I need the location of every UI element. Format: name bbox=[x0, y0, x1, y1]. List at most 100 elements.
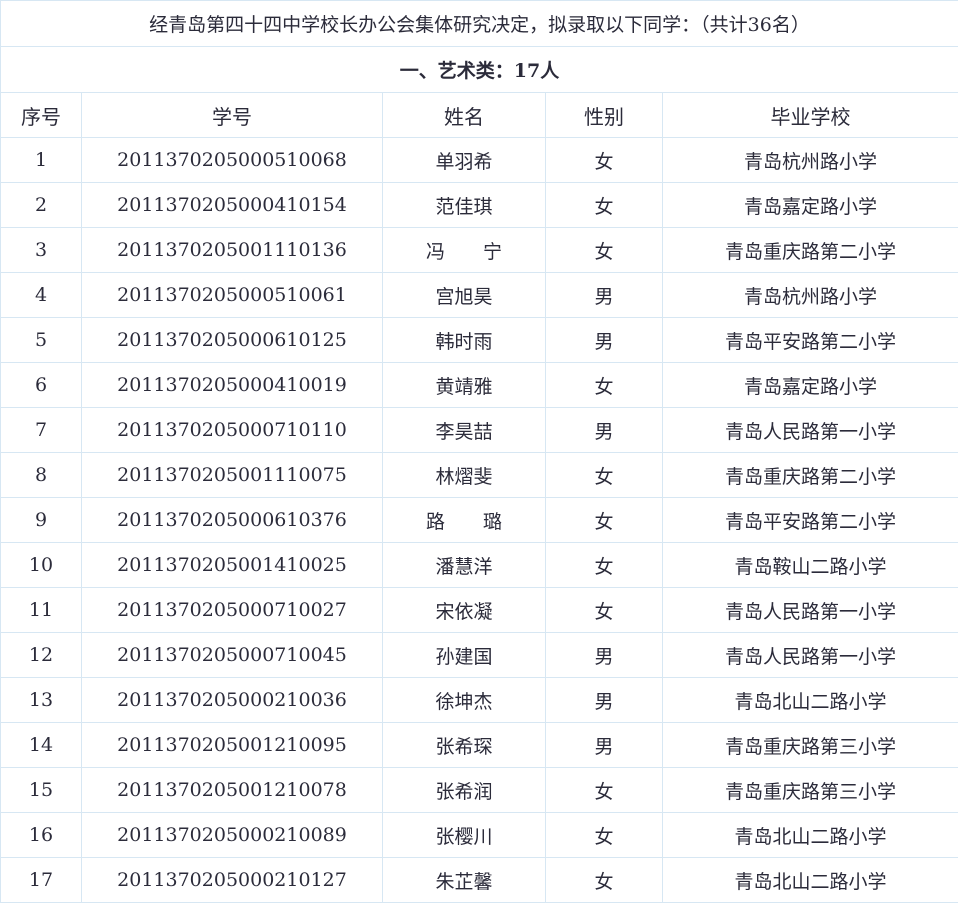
table-row: 32011370205001110136冯 宁女青岛重庆路第二小学 bbox=[1, 228, 958, 273]
cell-student-id: 2011370205001110136 bbox=[82, 228, 383, 273]
table-row: 22011370205000410154范佳琪女青岛嘉定路小学 bbox=[1, 183, 958, 228]
cell-student-id: 2011370205000710110 bbox=[82, 408, 383, 453]
cell-index: 6 bbox=[1, 363, 82, 408]
cell-school: 青岛平安路第二小学 bbox=[663, 498, 958, 543]
cell-gender: 女 bbox=[546, 813, 663, 858]
cell-name: 范佳琪 bbox=[383, 183, 546, 228]
cell-index: 16 bbox=[1, 813, 82, 858]
table-row: 102011370205001410025潘慧洋女青岛鞍山二路小学 bbox=[1, 543, 958, 588]
column-header-row: 序号 学号 姓名 性别 毕业学校 bbox=[1, 93, 958, 138]
cell-index: 10 bbox=[1, 543, 82, 588]
cell-index: 9 bbox=[1, 498, 82, 543]
table-row: 72011370205000710110李昊喆男青岛人民路第一小学 bbox=[1, 408, 958, 453]
cell-student-id: 2011370205000710027 bbox=[82, 588, 383, 633]
cell-student-id: 2011370205001210078 bbox=[82, 768, 383, 813]
category-row: 一、艺术类：17人 bbox=[1, 47, 958, 93]
table-row: 12011370205000510068单羽希女青岛杭州路小学 bbox=[1, 138, 958, 183]
cell-school: 青岛人民路第一小学 bbox=[663, 408, 958, 453]
cell-index: 13 bbox=[1, 678, 82, 723]
cell-name: 张樱川 bbox=[383, 813, 546, 858]
cell-school: 青岛重庆路第三小学 bbox=[663, 768, 958, 813]
cell-name: 张希琛 bbox=[383, 723, 546, 768]
admission-table-body: 经青岛第四十四中学校长办公会集体研究决定，拟录取以下同学：（共计36名） 一、艺… bbox=[1, 1, 958, 903]
cell-student-id: 2011370205000410154 bbox=[82, 183, 383, 228]
cell-name: 孙建国 bbox=[383, 633, 546, 678]
cell-index: 11 bbox=[1, 588, 82, 633]
cell-index: 4 bbox=[1, 273, 82, 318]
cell-school: 青岛嘉定路小学 bbox=[663, 363, 958, 408]
table-row: 62011370205000410019黄靖雅女青岛嘉定路小学 bbox=[1, 363, 958, 408]
cell-student-id: 2011370205000510068 bbox=[82, 138, 383, 183]
column-header-index: 序号 bbox=[1, 93, 82, 138]
cell-gender: 男 bbox=[546, 408, 663, 453]
table-row: 52011370205000610125韩时雨男青岛平安路第二小学 bbox=[1, 318, 958, 363]
table-row: 152011370205001210078张希润女青岛重庆路第三小学 bbox=[1, 768, 958, 813]
cell-name: 徐坤杰 bbox=[383, 678, 546, 723]
admission-table: 经青岛第四十四中学校长办公会集体研究决定，拟录取以下同学：（共计36名） 一、艺… bbox=[0, 0, 958, 903]
cell-name: 宋依凝 bbox=[383, 588, 546, 633]
table-row: 82011370205001110075林熠斐女青岛重庆路第二小学 bbox=[1, 453, 958, 498]
cell-index: 7 bbox=[1, 408, 82, 453]
table-row: 42011370205000510061宫旭昊男青岛杭州路小学 bbox=[1, 273, 958, 318]
cell-index: 2 bbox=[1, 183, 82, 228]
cell-name: 朱芷馨 bbox=[383, 858, 546, 903]
cell-school: 青岛人民路第一小学 bbox=[663, 633, 958, 678]
cell-index: 14 bbox=[1, 723, 82, 768]
cell-index: 15 bbox=[1, 768, 82, 813]
cell-gender: 女 bbox=[546, 228, 663, 273]
cell-index: 17 bbox=[1, 858, 82, 903]
cell-name: 路 璐 bbox=[383, 498, 546, 543]
cell-school: 青岛杭州路小学 bbox=[663, 273, 958, 318]
cell-school: 青岛重庆路第二小学 bbox=[663, 228, 958, 273]
cell-school: 青岛人民路第一小学 bbox=[663, 588, 958, 633]
cell-gender: 女 bbox=[546, 183, 663, 228]
cell-gender: 男 bbox=[546, 678, 663, 723]
column-header-gender: 性别 bbox=[546, 93, 663, 138]
column-header-name: 姓名 bbox=[383, 93, 546, 138]
cell-name: 林熠斐 bbox=[383, 453, 546, 498]
cell-gender: 女 bbox=[546, 768, 663, 813]
cell-school: 青岛重庆路第三小学 bbox=[663, 723, 958, 768]
cell-index: 8 bbox=[1, 453, 82, 498]
cell-name: 单羽希 bbox=[383, 138, 546, 183]
cell-gender: 女 bbox=[546, 363, 663, 408]
cell-index: 1 bbox=[1, 138, 82, 183]
cell-student-id: 2011370205000710045 bbox=[82, 633, 383, 678]
cell-gender: 女 bbox=[546, 453, 663, 498]
column-header-school: 毕业学校 bbox=[663, 93, 958, 138]
notice-row: 经青岛第四十四中学校长办公会集体研究决定，拟录取以下同学：（共计36名） bbox=[1, 1, 958, 47]
cell-student-id: 2011370205001210095 bbox=[82, 723, 383, 768]
table-row: 162011370205000210089张樱川女青岛北山二路小学 bbox=[1, 813, 958, 858]
cell-name: 宫旭昊 bbox=[383, 273, 546, 318]
cell-index: 12 bbox=[1, 633, 82, 678]
cell-student-id: 2011370205001110075 bbox=[82, 453, 383, 498]
cell-student-id: 2011370205000210036 bbox=[82, 678, 383, 723]
cell-gender: 女 bbox=[546, 588, 663, 633]
notice-text: 经青岛第四十四中学校长办公会集体研究决定，拟录取以下同学：（共计36名） bbox=[1, 1, 958, 47]
cell-student-id: 2011370205000510061 bbox=[82, 273, 383, 318]
cell-student-id: 2011370205000210127 bbox=[82, 858, 383, 903]
table-row: 172011370205000210127朱芷馨女青岛北山二路小学 bbox=[1, 858, 958, 903]
cell-gender: 男 bbox=[546, 723, 663, 768]
category-title: 一、艺术类：17人 bbox=[1, 47, 958, 93]
cell-school: 青岛北山二路小学 bbox=[663, 813, 958, 858]
cell-school: 青岛杭州路小学 bbox=[663, 138, 958, 183]
cell-gender: 女 bbox=[546, 498, 663, 543]
cell-name: 韩时雨 bbox=[383, 318, 546, 363]
cell-school: 青岛北山二路小学 bbox=[663, 858, 958, 903]
cell-student-id: 2011370205000610376 bbox=[82, 498, 383, 543]
cell-index: 5 bbox=[1, 318, 82, 363]
cell-gender: 女 bbox=[546, 138, 663, 183]
table-row: 112011370205000710027宋依凝女青岛人民路第一小学 bbox=[1, 588, 958, 633]
column-header-student-id: 学号 bbox=[82, 93, 383, 138]
cell-student-id: 2011370205000410019 bbox=[82, 363, 383, 408]
cell-name: 潘慧洋 bbox=[383, 543, 546, 588]
cell-name: 黄靖雅 bbox=[383, 363, 546, 408]
cell-school: 青岛北山二路小学 bbox=[663, 678, 958, 723]
table-row: 92011370205000610376路 璐女青岛平安路第二小学 bbox=[1, 498, 958, 543]
table-row: 132011370205000210036徐坤杰男青岛北山二路小学 bbox=[1, 678, 958, 723]
cell-gender: 男 bbox=[546, 273, 663, 318]
cell-school: 青岛重庆路第二小学 bbox=[663, 453, 958, 498]
cell-student-id: 2011370205001410025 bbox=[82, 543, 383, 588]
cell-gender: 男 bbox=[546, 633, 663, 678]
